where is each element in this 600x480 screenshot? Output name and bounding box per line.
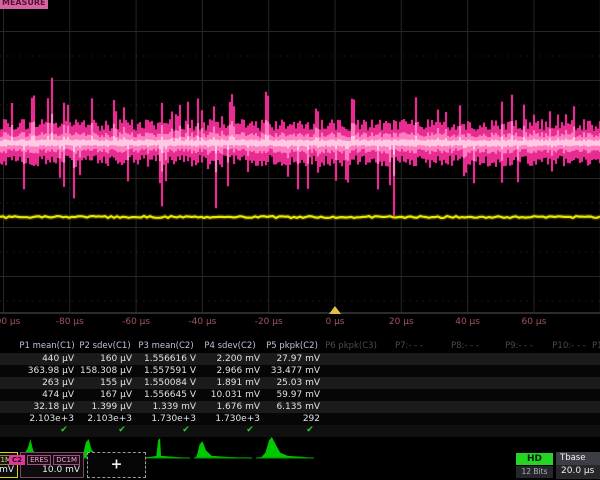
param-header-p4[interactable]: P4 sdev(C2) <box>198 341 262 352</box>
measure-value-cell: 440 µV <box>18 353 74 365</box>
measure-value-cell: 2.200 mV <box>198 353 260 365</box>
measure-value-cell: 155 µV <box>76 377 132 389</box>
c2-channel-tab: C2 <box>9 455 25 465</box>
measure-value-cell: 33.477 mV <box>262 365 320 377</box>
time-axis-label: -80 µs <box>56 317 84 327</box>
param-header-p1[interactable]: P1 mean(C1) <box>18 341 76 352</box>
measure-value-cell: 2.966 mV <box>198 365 260 377</box>
time-axis-label: 60 µs <box>522 317 547 327</box>
hd-mode-badge[interactable]: HD <box>516 453 553 465</box>
measure-value-cell: 1.556645 V <box>134 389 196 401</box>
menu-highlight-tab[interactable]: MEASURE <box>0 0 48 9</box>
oscilloscope-screen: MEASURE -100 µs -80 µs -60 µs -40 µs -20 µs 0… <box>0 0 600 480</box>
measure-value-cell: 6.135 mV <box>262 401 320 413</box>
measure-value-cell: 32.18 µV <box>18 401 74 413</box>
measure-value-cell: 167 µV <box>76 389 132 401</box>
param-header-p8[interactable]: P8:- - - <box>438 341 492 352</box>
param-header-p6[interactable]: P6 pkpk(C3) <box>320 341 382 352</box>
c2-coupling-chip: DC1M <box>53 455 80 465</box>
waveform-display[interactable] <box>0 0 600 315</box>
param-header-p2[interactable]: P2 sdev(C1) <box>76 341 134 352</box>
time-axis-label: -60 µs <box>122 317 150 327</box>
p4-histicon[interactable] <box>194 436 252 459</box>
timebase-descriptor[interactable]: Tbase 20.0 µs <box>556 452 600 478</box>
time-axis-label: -100 µs <box>0 317 20 327</box>
p5-histicon-shape <box>257 437 313 458</box>
status-row-stripe <box>0 425 600 437</box>
resolution-bits-label: 12 Bits <box>516 466 553 478</box>
time-axis-label: -40 µs <box>188 317 216 327</box>
add-trace-slot[interactable]: + <box>87 452 146 478</box>
measure-value-cell: 474 µV <box>18 389 74 401</box>
measure-value-cell: 1.399 µV <box>76 401 132 413</box>
measure-value-cell: 158.308 µV <box>76 365 132 377</box>
timebase-scale: 20.0 µs <box>556 465 600 479</box>
p4-histicon-shape <box>195 441 251 458</box>
measure-value-cell: 1.550084 V <box>134 377 196 389</box>
status-check-icon: ✔ <box>118 424 126 436</box>
status-check-icon: ✔ <box>182 424 190 436</box>
channel-descriptor-c2[interactable]: C2 ERES DC1M 10.0 mV <box>20 452 84 478</box>
param-header-p5[interactable]: P5 pkpk(C2) <box>262 341 322 352</box>
status-check-icon: ✔ <box>246 424 254 436</box>
measure-value-cell: 10.031 mV <box>198 389 260 401</box>
time-axis-label: 40 µs <box>455 317 480 327</box>
param-header-p9[interactable]: P9:- - - <box>492 341 546 352</box>
measure-value-cell: 1.339 mV <box>134 401 196 413</box>
time-axis-label: -20 µs <box>255 317 283 327</box>
status-check-icon: ✔ <box>306 424 314 436</box>
measure-value-cell: 363.98 µV <box>18 365 74 377</box>
time-axis: -100 µs -80 µs -60 µs -40 µs -20 µs 0 µs 20 µs… <box>0 317 600 330</box>
measure-value-cell: 25.03 mV <box>262 377 320 389</box>
measure-value-cell: 1.891 mV <box>198 377 260 389</box>
param-header-p3[interactable]: P3 mean(C2) <box>134 341 198 352</box>
c1-vertical-scale: 10.0 mV <box>0 465 14 475</box>
p5-histicon[interactable] <box>256 436 314 459</box>
c2-eres-chip: ERES <box>27 455 51 465</box>
measure-value-cell: 1.556616 V <box>134 353 196 365</box>
measure-value-cell: 1.676 mV <box>198 401 260 413</box>
trigger-time-marker[interactable] <box>329 306 341 314</box>
param-header-p11[interactable]: P11 <box>592 341 600 352</box>
status-check-icon: ✔ <box>60 424 68 436</box>
timebase-label: Tbase <box>556 452 600 465</box>
measure-value-cell: 27.97 mV <box>262 353 320 365</box>
c2-vertical-scale: 10.0 mV <box>42 465 80 475</box>
time-axis-label: 0 µs <box>325 317 344 327</box>
measure-value-cell: 59.97 mV <box>262 389 320 401</box>
measure-value-cell: 160 µV <box>76 353 132 365</box>
param-header-p7[interactable]: P7:- - - <box>382 341 436 352</box>
plus-icon: + <box>111 456 123 472</box>
time-axis-label: 20 µs <box>389 317 414 327</box>
measure-value-cell: 1.557591 V <box>134 365 196 377</box>
measure-value-cell: 263 µV <box>18 377 74 389</box>
param-header-p10[interactable]: P10:- - - <box>546 341 592 352</box>
menu-highlight-label: MEASURE <box>0 0 48 7</box>
